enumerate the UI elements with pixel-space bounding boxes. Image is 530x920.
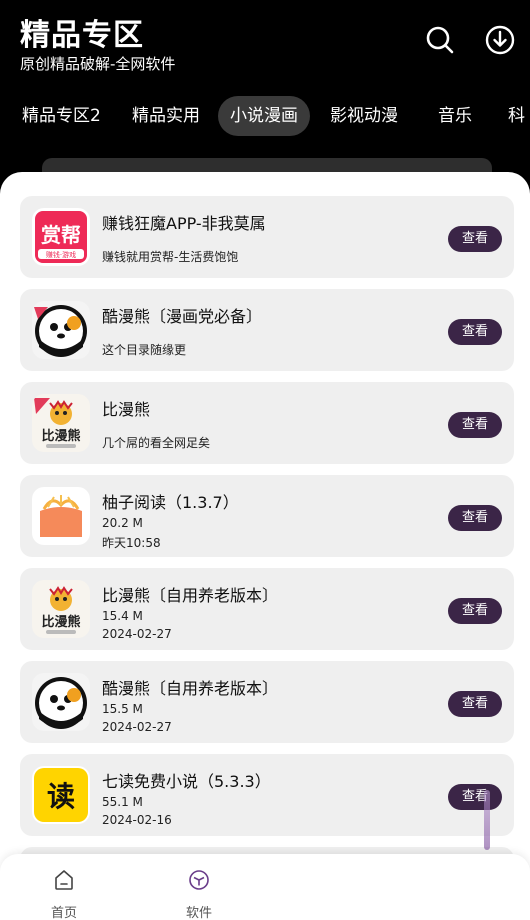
view-button[interactable]: 查看: [448, 598, 502, 624]
app-list-item[interactable]: 比漫熊 比漫熊〔自用养老版本〕 15.4 M 2024-02-27 查看: [20, 568, 514, 650]
app-name: 柚子阅读（1.3.7）: [102, 493, 239, 512]
app-icon-bimanxiong: 比漫熊: [32, 394, 90, 452]
app-icon-text: 比漫熊: [41, 614, 80, 630]
app-icon-bimanxiong: 比漫熊: [32, 580, 90, 638]
content-sheet: 赏帮 赚钱·游戏 赚钱狂魔APP-非我莫属 赚钱就用赏帮-生活费饱饱 查看 酷漫: [0, 172, 530, 920]
box-icon: [189, 870, 209, 890]
app-date: 2024-02-27: [102, 627, 172, 641]
app-icon-text: 读: [47, 780, 75, 813]
app-name: 酷漫熊〔自用养老版本〕: [102, 679, 279, 698]
app-icon-kumanxiong: [32, 673, 90, 731]
page-title: 精品专区: [20, 18, 144, 53]
app-name: 赚钱狂魔APP-非我莫属: [102, 214, 266, 233]
app-icon-text: 赏帮: [41, 223, 81, 247]
app-date: 昨天10:58: [102, 536, 161, 550]
app-list-item[interactable]: 读 七读免费小说（5.3.3） 55.1 M 2024-02-16 查看: [20, 754, 514, 836]
view-button[interactable]: 查看: [448, 691, 502, 717]
app-icon-text: 比漫熊: [41, 428, 80, 444]
tab-music[interactable]: 音乐: [426, 96, 484, 136]
app-icon-kumanxiong: [32, 301, 90, 359]
app-size: 20.2 M: [102, 516, 143, 530]
tab-jingpin-2[interactable]: 精品专区2: [10, 96, 113, 136]
view-button[interactable]: 查看: [448, 319, 502, 345]
scroll-indicator: [484, 790, 490, 850]
app-size: 15.4 M: [102, 609, 143, 623]
app-date: 2024-02-27: [102, 720, 172, 734]
category-tabs: 精品专区2 精品实用 小说漫画 影视动漫 音乐 科: [0, 96, 530, 136]
view-button[interactable]: 查看: [448, 412, 502, 438]
view-button[interactable]: 查看: [448, 784, 502, 810]
app-list-item[interactable]: 酷漫熊〔自用养老版本〕 15.5 M 2024-02-27 查看: [20, 661, 514, 743]
app-list-item[interactable]: 赏帮 赚钱·游戏 赚钱狂魔APP-非我莫属 赚钱就用赏帮-生活费饱饱 查看: [20, 196, 514, 278]
app-list-item[interactable]: 柚子阅读（1.3.7） 20.2 M 昨天10:58 查看: [20, 475, 514, 557]
app-name: 七读免费小说（5.3.3）: [102, 772, 271, 791]
app-icon-shangbang: 赏帮 赚钱·游戏: [32, 208, 90, 266]
app-size: 15.5 M: [102, 702, 143, 716]
app-name: 比漫熊: [102, 400, 151, 419]
app-description: 赚钱就用赏帮-生活费饱饱: [102, 250, 239, 264]
app-name: 比漫熊〔自用养老版本〕: [102, 586, 279, 605]
view-button[interactable]: 查看: [448, 505, 502, 531]
tab-more[interactable]: 科: [496, 96, 530, 136]
app-icon-qidu: 读: [32, 766, 90, 824]
app-header: 精品专区 原创精品破解-全网软件: [0, 0, 530, 90]
tab-jingpin-shiyong[interactable]: 精品实用: [120, 96, 212, 136]
download-icon[interactable]: [484, 24, 516, 56]
nav-home[interactable]: 首页: [24, 854, 104, 920]
app-description: 这个目录随缘更: [102, 343, 187, 357]
app-date: 2024-02-16: [102, 813, 172, 827]
app-name: 酷漫熊〔漫画党必备〕: [102, 307, 263, 326]
app-size: 55.1 M: [102, 795, 143, 809]
search-icon[interactable]: [424, 24, 456, 56]
nav-software[interactable]: 软件: [159, 854, 239, 920]
tab-yingshi-dongman[interactable]: 影视动漫: [318, 96, 410, 136]
app-icon-subtext: 赚钱·游戏: [46, 250, 76, 259]
app-description: 几个屌的看全网足矣: [102, 436, 211, 450]
home-icon: [55, 870, 73, 890]
nav-home-label: 首页: [50, 906, 77, 920]
view-button[interactable]: 查看: [448, 226, 502, 252]
nav-software-label: 软件: [185, 906, 212, 920]
app-icon-youzi: [32, 487, 90, 545]
bottom-navigation: 首页 软件: [0, 854, 530, 920]
app-list-item[interactable]: 比漫熊 比漫熊 几个屌的看全网足矣 查看: [20, 382, 514, 464]
app-list-item[interactable]: 酷漫熊〔漫画党必备〕 这个目录随缘更 查看: [20, 289, 514, 371]
page-subtitle: 原创精品破解-全网软件: [20, 55, 176, 73]
tab-xiaoshuo-manhua[interactable]: 小说漫画: [218, 96, 310, 136]
